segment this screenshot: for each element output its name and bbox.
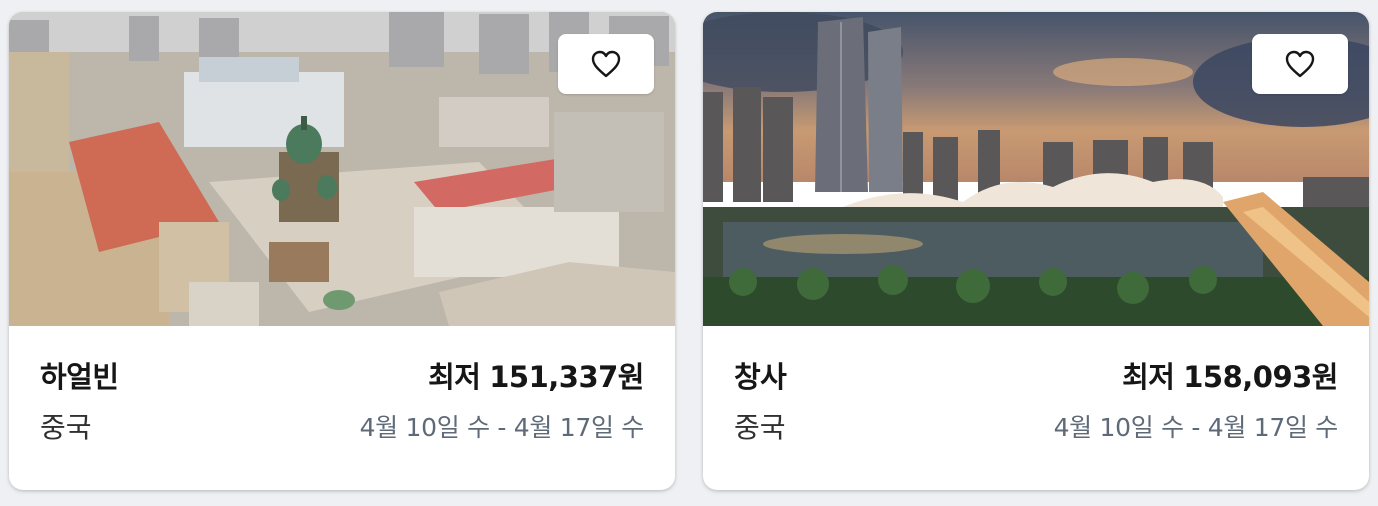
destination-card-row: 하얼빈 최저 151,337원 중국 4월 10일 수 - 4월 17일 수 창… — [0, 0, 1378, 506]
destination-card-harbin[interactable]: 하얼빈 최저 151,337원 중국 4월 10일 수 - 4월 17일 수 — [9, 12, 675, 490]
lowest-price: 최저 158,093원 — [1122, 354, 1338, 396]
city-name: 창사 — [734, 360, 787, 394]
price-prefix: 최저 — [1122, 360, 1175, 394]
price-amount: 158,093원 — [1183, 360, 1338, 394]
destination-photo — [9, 12, 675, 326]
favorite-button[interactable] — [558, 34, 654, 94]
country-name: 중국 — [40, 411, 92, 444]
destination-info: 창사 최저 158,093원 중국 4월 10일 수 - 4월 17일 수 — [703, 326, 1369, 490]
lowest-price: 최저 151,337원 — [428, 354, 644, 396]
price-amount: 151,337원 — [489, 360, 644, 394]
city-name: 하얼빈 — [40, 360, 119, 394]
price-prefix: 최저 — [428, 360, 481, 394]
favorite-button[interactable] — [1252, 34, 1348, 94]
destination-photo — [703, 12, 1369, 326]
country-name: 중국 — [734, 411, 786, 444]
travel-dates: 4월 10일 수 - 4월 17일 수 — [1053, 413, 1339, 442]
heart-outline-icon — [1285, 50, 1315, 78]
destination-info: 하얼빈 최저 151,337원 중국 4월 10일 수 - 4월 17일 수 — [9, 326, 675, 490]
heart-outline-icon — [591, 50, 621, 78]
destination-card-changsha[interactable]: 창사 최저 158,093원 중국 4월 10일 수 - 4월 17일 수 — [703, 12, 1369, 490]
travel-dates: 4월 10일 수 - 4월 17일 수 — [359, 413, 645, 442]
